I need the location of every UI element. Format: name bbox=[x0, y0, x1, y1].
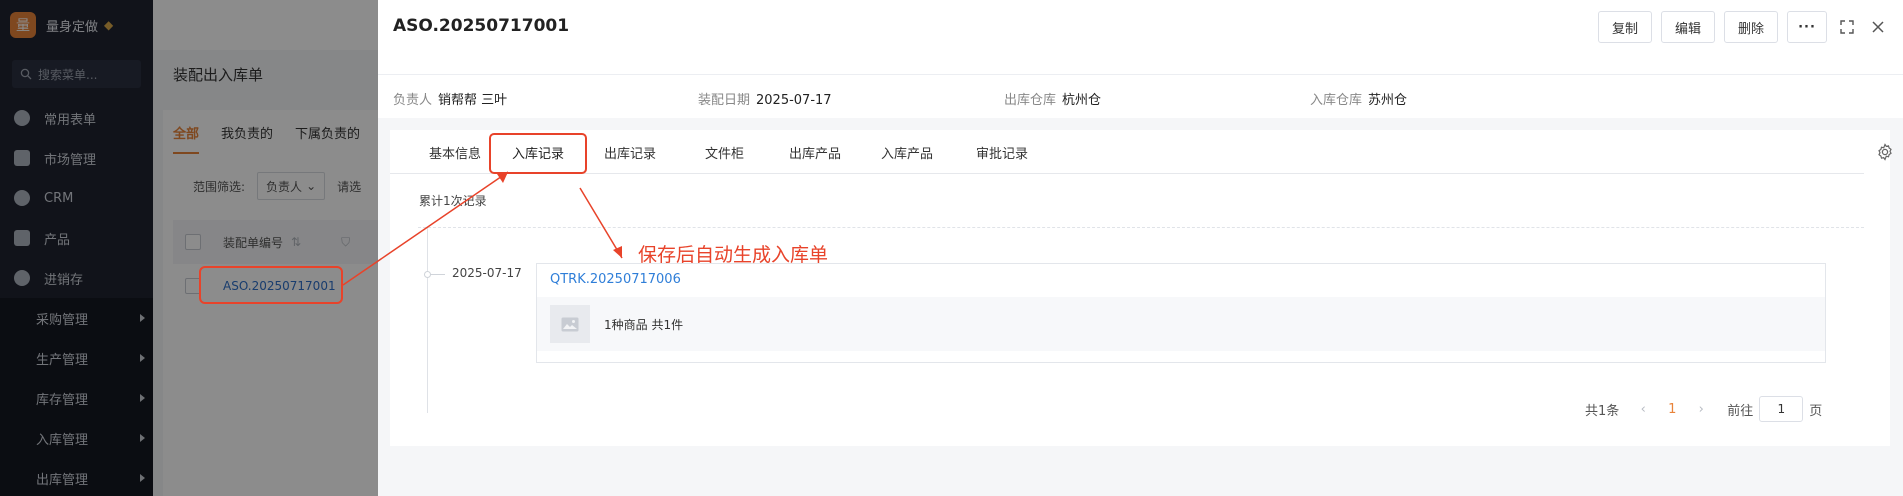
tab-outbound-records[interactable]: 出库记录 bbox=[604, 143, 656, 162]
info-value: 2025-07-17 bbox=[756, 93, 832, 108]
tab-file-cabinet[interactable]: 文件柜 bbox=[705, 143, 744, 162]
info-label: 负责人 bbox=[393, 93, 433, 108]
record-count: 累计1次记录 bbox=[419, 194, 487, 208]
info-label: 出库仓库 bbox=[1004, 93, 1057, 108]
more-button[interactable]: ··· bbox=[1787, 11, 1827, 43]
drawer-title: ASO.20250717001 bbox=[393, 16, 570, 36]
tab-approval-records[interactable]: 审批记录 bbox=[976, 143, 1028, 162]
record-description: 1种商品 共1件 bbox=[604, 318, 684, 332]
record-card: QTRK.20250717006 1种商品 共1件 bbox=[536, 263, 1826, 363]
copy-button[interactable]: 复制 bbox=[1597, 11, 1652, 43]
info-value: 杭州仓 bbox=[1062, 93, 1102, 108]
header-actions: 复制 编辑 删除 ··· bbox=[1597, 11, 1889, 43]
detail-tabs: 基本信息 入库记录 出库记录 文件柜 出库产品 入库产品 审批记录 bbox=[390, 130, 1864, 174]
tab-outbound-products[interactable]: 出库产品 bbox=[789, 143, 841, 162]
image-placeholder-icon bbox=[550, 305, 590, 343]
detail-drawer: ASO.20250717001 复制 编辑 删除 ··· 负责人 销帮帮 三叶 装… bbox=[378, 0, 1903, 496]
record-body: 1种商品 共1件 bbox=[537, 297, 1825, 351]
timeline-line bbox=[427, 227, 428, 413]
tab-basic-info[interactable]: 基本信息 bbox=[429, 143, 481, 162]
goto-label: 前往 bbox=[1727, 403, 1754, 419]
delete-button[interactable]: 删除 bbox=[1723, 11, 1778, 43]
info-label: 入库仓库 bbox=[1310, 93, 1363, 108]
edit-button[interactable]: 编辑 bbox=[1660, 11, 1715, 43]
close-icon[interactable] bbox=[1867, 16, 1889, 38]
info-assembly-date: 装配日期 2025-07-17 bbox=[698, 89, 832, 108]
pagination-total: 共1条 bbox=[1585, 403, 1620, 419]
info-out-warehouse: 出库仓库 杭州仓 bbox=[1004, 89, 1101, 108]
record-code-link[interactable]: QTRK.20250717006 bbox=[550, 272, 681, 287]
annotation-text: 保存后自动生成入库单 bbox=[638, 244, 829, 266]
info-owner: 负责人 销帮帮 三叶 bbox=[393, 89, 507, 108]
info-bar: 负责人 销帮帮 三叶 装配日期 2025-07-17 出库仓库 杭州仓 入库仓库 苏州仓 bbox=[378, 74, 1903, 118]
info-label: 装配日期 bbox=[698, 93, 751, 108]
timeline-dot bbox=[424, 271, 431, 278]
info-value: 销帮帮 三叶 bbox=[438, 93, 508, 108]
info-in-warehouse: 入库仓库 苏州仓 bbox=[1310, 89, 1407, 108]
fullscreen-icon[interactable] bbox=[1836, 16, 1858, 38]
page-unit: 页 bbox=[1809, 403, 1823, 419]
annotation-highlight-box bbox=[199, 266, 343, 304]
page-number[interactable]: 1 bbox=[1653, 402, 1691, 417]
next-page-icon[interactable]: › bbox=[1691, 402, 1711, 417]
pagination: 共1条 ‹ 1 › 前往 页 bbox=[1585, 396, 1822, 422]
timeline-date: 2025-07-17 bbox=[452, 266, 522, 280]
info-value: 苏州仓 bbox=[1368, 93, 1408, 108]
drawer-header: ASO.20250717001 复制 编辑 删除 ··· bbox=[378, 0, 1903, 74]
tab-highlight-box bbox=[489, 133, 587, 174]
gear-icon[interactable] bbox=[1876, 143, 1894, 161]
content-card: 基本信息 入库记录 出库记录 文件柜 出库产品 入库产品 审批记录 累计1次记录… bbox=[390, 130, 1892, 446]
prev-page-icon[interactable]: ‹ bbox=[1633, 402, 1653, 417]
divider bbox=[418, 227, 1864, 228]
tab-inbound-products[interactable]: 入库产品 bbox=[881, 143, 933, 162]
goto-page-input[interactable] bbox=[1759, 396, 1804, 422]
